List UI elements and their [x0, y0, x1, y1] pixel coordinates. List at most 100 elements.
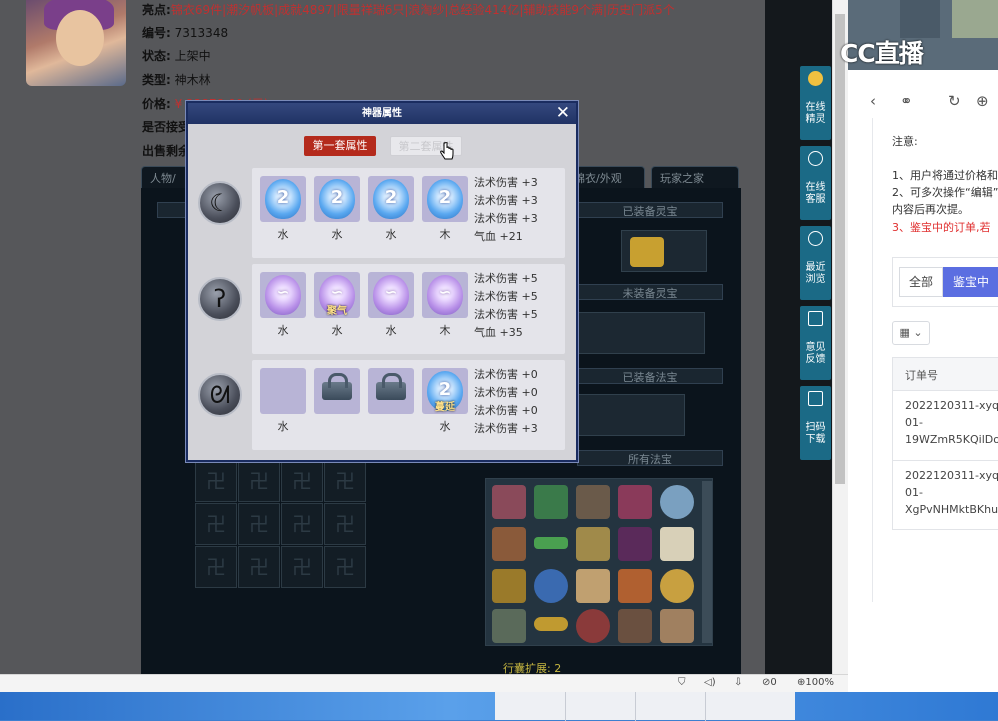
gem-glyph: ∽: [330, 283, 344, 301]
back-icon[interactable]: ‹: [870, 92, 876, 110]
gem-icon: ∽: [373, 275, 409, 315]
gem-slot[interactable]: ∽: [368, 272, 414, 318]
attribute-row: 2 水 2 水 2 水 2 木 法术伤害 +3 法术伤害 +3 法术伤害 +3 气血 +21: [252, 168, 565, 258]
stat-line: 法术伤害 +3: [474, 194, 538, 207]
gem-icon: ∽: [265, 275, 301, 315]
spirit-icon: [808, 71, 823, 86]
equipped-spirit-header: 已装备灵宝: [577, 202, 723, 218]
gem-slot[interactable]: 2: [260, 176, 306, 222]
bag-cell[interactable]: 卍: [281, 546, 323, 588]
block-icon[interactable]: ⊘0: [762, 677, 777, 688]
emblem-glyph: ᘛ: [209, 381, 231, 409]
stat-line: 法术伤害 +0: [474, 404, 538, 417]
bag-cell[interactable]: 卍: [195, 503, 237, 545]
stat-line: 法术伤害 +5: [474, 272, 538, 285]
side-nav-service[interactable]: 在线 客服: [800, 146, 831, 220]
taskbar-window[interactable]: [495, 690, 795, 721]
zoom-label[interactable]: ⊕100%: [797, 677, 834, 688]
download-icon[interactable]: ⇩: [734, 677, 742, 688]
tab-home[interactable]: 玩家之家: [651, 166, 739, 188]
unequipped-spirit-header: 未装备灵宝: [577, 284, 723, 300]
filter-all-button[interactable]: 全部: [899, 267, 943, 297]
element-label: 水: [277, 420, 289, 433]
browser-status-bar: ⛉ ◁) ⇩ ⊘0 ⊕100%: [0, 674, 848, 692]
gem-icon: 2: [265, 179, 301, 219]
element-label: 水: [277, 228, 289, 241]
artifact-emblem-icon: ʔ: [198, 277, 242, 321]
bag-cell[interactable]: 卍: [238, 503, 280, 545]
bag-cell[interactable]: 卍: [195, 546, 237, 588]
filter-box: 全部 鉴宝中: [892, 257, 998, 307]
notice-line-4: 3、鉴宝中的订单,若: [892, 221, 991, 234]
refresh-icon[interactable]: ↻: [948, 92, 961, 110]
link-icon[interactable]: ⚭: [900, 92, 913, 110]
attribute-row: ∽ 水 ∽ 聚气水 ∽ 水 ∽ 木 法术伤害 +5 法术伤害 +5 法术伤害 +5 气血 +35: [252, 264, 565, 354]
bag-cell[interactable]: 卍: [238, 546, 280, 588]
bag-cell[interactable]: 卍: [195, 460, 237, 502]
locked-slot[interactable]: [368, 368, 414, 414]
gem-glyph: 2: [438, 187, 452, 208]
globe-icon[interactable]: ⊕: [976, 92, 989, 110]
gem-slot[interactable]: ∽: [422, 272, 468, 318]
row-divider: [892, 529, 998, 530]
scrollbar-thumb[interactable]: [835, 14, 845, 484]
bag-cell[interactable]: 卍: [281, 503, 323, 545]
type-line: 类型: 神木林: [142, 73, 211, 87]
bag-grid: 卍卍卍卍 卍卍卍卍 卍卍卍卍: [195, 460, 367, 588]
id-line: 编号: 7313348: [142, 26, 229, 40]
gem-slot[interactable]: 2 蔓延: [422, 368, 468, 414]
bag-cell[interactable]: 卍: [324, 503, 366, 545]
locked-slot[interactable]: [314, 368, 360, 414]
side-nav-download[interactable]: 扫码 下载: [800, 386, 831, 460]
speaker-icon[interactable]: ◁): [704, 677, 716, 688]
gem-tag: 聚气: [327, 306, 347, 317]
gem-slot[interactable]: ∽: [260, 272, 306, 318]
column-picker[interactable]: ▦ ⌄: [892, 321, 930, 345]
panel-divider: [872, 118, 873, 602]
bag-cell[interactable]: 卍: [238, 460, 280, 502]
order-row[interactable]: 2022120311-xyq- 01- 19WZmR5KQilDo: [905, 397, 998, 448]
notice-line-2: 2、可多次操作“编辑”: [892, 186, 998, 199]
unequipped-spirit-area: [577, 312, 705, 354]
qrcode-icon: [808, 391, 823, 406]
stream-thumbnail[interactable]: [952, 0, 998, 38]
order-row[interactable]: 2022120311-xyq- 01- XgPvNHMktBKhu: [905, 467, 998, 518]
side-nav-recent[interactable]: 最近 浏览: [800, 226, 831, 300]
spirit-slot[interactable]: [621, 230, 707, 272]
bag-cell[interactable]: 卍: [281, 460, 323, 502]
magic-inventory[interactable]: [485, 478, 713, 646]
user-icon[interactable]: [900, 0, 940, 38]
expand-label: 行囊扩展: 2: [503, 662, 562, 674]
gem-slot[interactable]: 2: [422, 176, 468, 222]
gem-glyph: ∽: [438, 283, 452, 301]
highlights-line: 亮点:锦衣69件|潮汐帆板|成就4897|限量祥瑞6只|浪淘纱|总经验414亿|…: [142, 3, 675, 17]
order-number-header: 订单号: [905, 369, 938, 382]
element-label: 水: [331, 324, 343, 337]
gem-icon: 2: [427, 179, 463, 219]
row-divider: [892, 460, 998, 461]
side-nav-feedback[interactable]: 意见 反馈: [800, 306, 831, 380]
empty-slot[interactable]: [260, 368, 306, 414]
filter-active-button[interactable]: 鉴宝中: [943, 267, 998, 297]
gem-glyph: ∽: [384, 283, 398, 301]
gem-glyph: ∽: [276, 283, 290, 301]
attribute-row: 水 2 蔓延水 法术伤害 +0 法术伤害 +0 法术伤害 +0 法术伤害 +3: [252, 360, 565, 450]
stat-line: 法术伤害 +3: [474, 422, 538, 435]
bag-cell[interactable]: 卍: [324, 460, 366, 502]
shield-icon[interactable]: ⛉: [678, 677, 686, 688]
element-label: 水: [277, 324, 289, 337]
gem-slot[interactable]: 2: [368, 176, 414, 222]
emblem-glyph: ʔ: [213, 285, 227, 313]
status-line: 状态: 上架中: [142, 49, 211, 63]
all-magic-header: 所有法宝: [577, 450, 723, 466]
gem-slot[interactable]: ∽ 聚气: [314, 272, 360, 318]
side-nav-spirit[interactable]: 在线 精灵: [800, 66, 831, 140]
tab-first-set[interactable]: 第一套属性: [304, 136, 376, 156]
hand-cursor-icon: [440, 142, 454, 160]
close-icon[interactable]: ✕: [556, 104, 570, 122]
gem-icon: 2 蔓延: [427, 371, 463, 413]
bag-cell[interactable]: 卍: [324, 546, 366, 588]
tab-character[interactable]: 人物/: [141, 166, 191, 188]
gem-slot[interactable]: 2: [314, 176, 360, 222]
gem-glyph: 2: [438, 379, 452, 400]
